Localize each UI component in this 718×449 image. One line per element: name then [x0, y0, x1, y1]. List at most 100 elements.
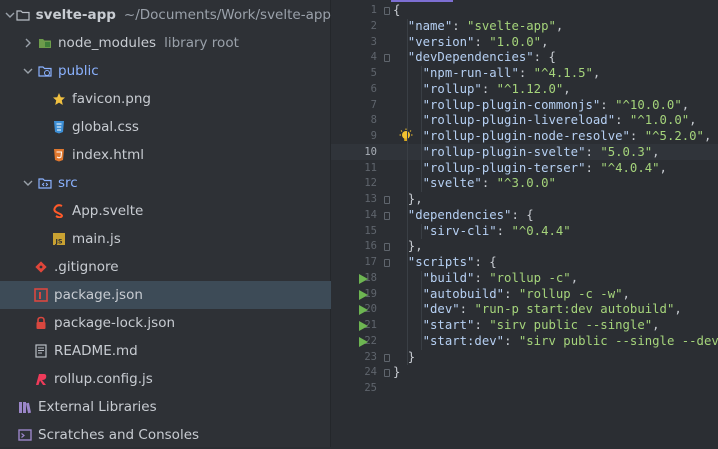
- fold-marker-icon[interactable]: [384, 211, 390, 220]
- punctuation: ,: [681, 97, 690, 112]
- punctuation: :: [585, 160, 601, 175]
- punctuation: ,: [592, 66, 601, 80]
- tree-item-gitignore[interactable]: .gitignore: [0, 253, 331, 281]
- svelte-file-icon: [52, 204, 66, 219]
- line-number: 8: [370, 114, 377, 127]
- tree-item-global-css[interactable]: global.css: [0, 113, 331, 141]
- npm-icon: [34, 288, 48, 302]
- tree-item-public[interactable]: public: [0, 57, 331, 85]
- json-key: "rollup-plugin-commonjs": [393, 97, 601, 112]
- library-folder-icon: [38, 36, 52, 50]
- run-arrow-icon[interactable]: [359, 321, 368, 331]
- json-string: "svelte-app": [467, 18, 556, 33]
- tree-item-scratches[interactable]: Scratches and Consoles: [0, 421, 331, 449]
- folder-icon: [16, 8, 30, 22]
- markdown-icon: [34, 344, 48, 358]
- tree-item-package-lock[interactable]: package-lock.json: [0, 309, 331, 337]
- tree-root[interactable]: svelte-app ~/Documents/Work/svelte-app: [0, 1, 331, 29]
- tree-item-rollup-config[interactable]: rollup.config.js: [0, 365, 331, 393]
- tree-item-main-js[interactable]: JS main.js: [0, 225, 331, 253]
- tree-item-label: package-lock.json: [54, 315, 176, 331]
- json-string: "^0.4.4": [511, 223, 571, 238]
- fold-marker-icon[interactable]: [384, 54, 390, 63]
- punctuation: ,: [570, 270, 579, 285]
- json-string: "^3.0.0": [496, 176, 556, 191]
- tree-item-label: node_modules: [58, 35, 157, 51]
- tree-item-label: README.md: [54, 343, 138, 359]
- project-path: ~/Documents/Work/svelte-app: [123, 7, 331, 23]
- fold-marker-icon[interactable]: [384, 7, 390, 15]
- tree-item-label: index.html: [72, 147, 144, 163]
- chevron-down-icon[interactable]: [22, 65, 34, 77]
- lightbulb-icon[interactable]: [398, 128, 414, 144]
- line-number: 3: [370, 35, 377, 48]
- punctuation: :: [474, 270, 490, 285]
- code-line: "rollup-plugin-commonjs": "^10.0.0",: [393, 97, 690, 112]
- code-line: "rollup-plugin-svelte": "5.0.3",: [393, 145, 660, 159]
- code-line: "rollup-plugin-terser": "^4.0.4",: [393, 161, 667, 175]
- tree-item-index-html[interactable]: index.html: [0, 141, 331, 169]
- fold-marker-icon[interactable]: [384, 243, 390, 252]
- git-icon: [34, 260, 48, 274]
- line-number: 18: [364, 271, 377, 284]
- punctuation: }: [393, 349, 416, 364]
- line-number: 13: [364, 193, 377, 205]
- line-number: 15: [364, 224, 377, 237]
- line-number: 5: [370, 67, 377, 79]
- fold-marker-icon[interactable]: [384, 353, 390, 362]
- fold-marker-icon[interactable]: [384, 259, 390, 267]
- code-editor[interactable]: 1 {2 "name": "svelte-app", 3 "version": "1…: [331, 0, 718, 447]
- punctuation: ,: [703, 129, 712, 143]
- tree-item-src[interactable]: src: [0, 169, 331, 197]
- punctuation: :: [474, 34, 490, 49]
- punctuation: ,: [541, 34, 549, 49]
- web-folder-icon: [38, 64, 52, 78]
- run-arrow-icon[interactable]: [359, 273, 368, 284]
- tree-item-label: favicon.png: [72, 91, 151, 107]
- tree-item-label: main.js: [72, 231, 121, 247]
- tree-item-package-json[interactable]: package.json: [0, 281, 331, 309]
- tree-item-node-modules[interactable]: node_modules library root: [0, 29, 331, 57]
- code-line: }: [393, 365, 400, 379]
- tree-item-favicon[interactable]: favicon.png: [0, 85, 331, 113]
- code-line: "npm-run-all": "^4.1.5",: [393, 66, 601, 80]
- fold-marker-icon[interactable]: [384, 369, 390, 378]
- run-arrow-icon[interactable]: [359, 305, 368, 316]
- json-string: "rollup -c -w": [518, 286, 623, 301]
- json-string: "^4.1.5": [533, 66, 593, 80]
- json-key: "devDependencies": [393, 50, 534, 65]
- chevron-down-icon[interactable]: [22, 177, 34, 189]
- punctuation: :: [474, 318, 490, 332]
- json-key: "dev": [393, 302, 460, 317]
- run-arrow-icon[interactable]: [359, 289, 368, 300]
- json-string: "^1.12.0": [496, 81, 564, 96]
- fold-marker-icon[interactable]: [384, 196, 390, 204]
- star-icon: [52, 92, 66, 106]
- chevron-down-icon[interactable]: [4, 9, 15, 21]
- tree-item-readme[interactable]: README.md: [0, 337, 331, 365]
- tree-item-label: rollup.config.js: [54, 371, 153, 387]
- punctuation: ,: [659, 160, 667, 175]
- punctuation: : {: [511, 207, 534, 222]
- library-root-label: library root: [164, 35, 239, 51]
- tree-item-label: External Libraries: [38, 399, 157, 415]
- line-number: 10: [364, 145, 377, 158]
- run-arrow-icon[interactable]: [359, 336, 368, 347]
- line-number: 7: [370, 98, 377, 111]
- json-string: "^10.0.0": [615, 97, 682, 112]
- code-line: "devDependencies": {: [393, 50, 556, 64]
- chevron-right-icon[interactable]: [22, 37, 34, 49]
- json-string: "^1.0.0": [629, 113, 690, 128]
- tree-item-app-svelte[interactable]: App.svelte: [0, 197, 331, 225]
- tree-item-external-libraries[interactable]: External Libraries: [0, 393, 331, 421]
- tree-item-label: .gitignore: [54, 259, 119, 275]
- punctuation: ,: [563, 81, 571, 96]
- json-string: "run-p start:dev autobuild": [474, 302, 675, 317]
- source-folder-icon: [38, 176, 52, 190]
- tree-item-label: package.json: [54, 287, 143, 303]
- code-line: "svelte": "^3.0.0": [393, 176, 556, 190]
- json-key: "scripts": [393, 255, 475, 269]
- json-string: "5.0.3": [600, 144, 653, 159]
- line-number: 11: [364, 161, 377, 174]
- json-key: "start:dev": [393, 333, 505, 348]
